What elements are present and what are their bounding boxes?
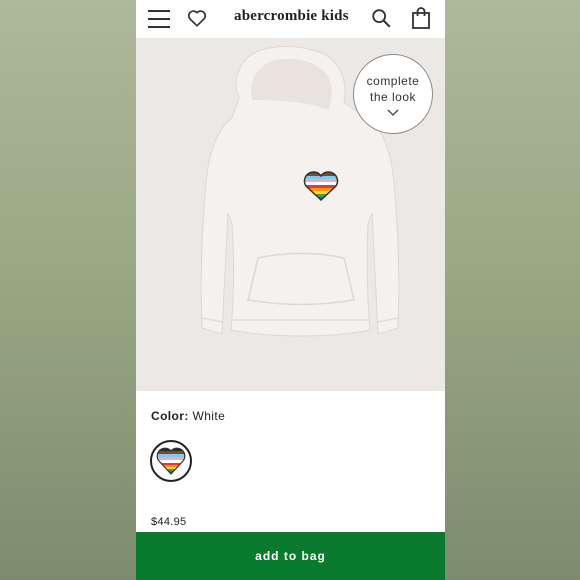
bag-icon[interactable]: [410, 6, 432, 30]
chevron-down-icon: [387, 109, 399, 116]
background-left: [0, 0, 136, 580]
add-to-bag-button[interactable]: add to bag: [136, 532, 445, 580]
color-swatch-white[interactable]: [150, 440, 192, 482]
menu-icon[interactable]: [148, 10, 170, 28]
complete-the-look-button[interactable]: complete the look: [353, 54, 433, 134]
color-label: Color:: [151, 409, 189, 423]
search-icon[interactable]: [370, 7, 392, 29]
complete-look-line2: the look: [369, 90, 417, 104]
product-image: complete the look: [136, 38, 445, 391]
heart-icon[interactable]: [186, 7, 208, 29]
phone-screen: abercrombie kids complete the look Color…: [136, 0, 445, 580]
complete-look-line1: complete: [366, 74, 420, 88]
color-label-row: Color: White: [151, 409, 225, 423]
pride-heart-icon: [156, 447, 186, 475]
brand-logo[interactable]: abercrombie kids: [234, 8, 349, 25]
top-navigation-bar: abercrombie kids: [136, 0, 445, 38]
background-right: [445, 0, 580, 580]
product-price: $44.95: [151, 516, 187, 528]
color-value: White: [192, 409, 226, 423]
